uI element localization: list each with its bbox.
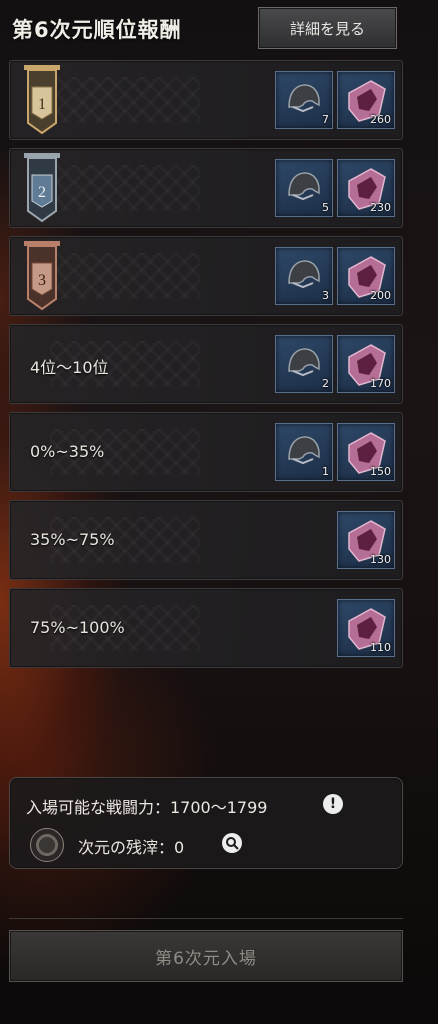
crystal-item-slot[interactable]: 260 bbox=[337, 71, 395, 129]
item-count: 200 bbox=[370, 289, 391, 302]
helmet-item-slot[interactable]: 2 bbox=[275, 335, 333, 393]
helmet-item-slot[interactable]: 5 bbox=[275, 159, 333, 217]
crystal-item-slot[interactable]: 130 bbox=[337, 511, 395, 569]
rank-label: 75%~100% bbox=[30, 618, 125, 637]
details-button[interactable]: 詳細を見る bbox=[258, 7, 397, 49]
helmet-item-slot[interactable]: 7 bbox=[275, 71, 333, 129]
dimension-residue-count: 次元の残滓：0 bbox=[78, 838, 185, 857]
helmet-item-slot[interactable]: 1 bbox=[275, 423, 333, 481]
exclamation-icon[interactable]: ! bbox=[323, 794, 343, 814]
helmet-icon bbox=[288, 348, 320, 377]
item-count: 3 bbox=[322, 289, 329, 302]
crystal-item-slot[interactable]: 170 bbox=[337, 335, 395, 393]
crystal-item-slot[interactable]: 150 bbox=[337, 423, 395, 481]
search-icon[interactable] bbox=[222, 833, 242, 853]
reward-row-0-35: 0%~35% 1 150 bbox=[9, 412, 403, 492]
helmet-item-slot[interactable]: 3 bbox=[275, 247, 333, 305]
item-count: 130 bbox=[370, 553, 391, 566]
item-count: 230 bbox=[370, 201, 391, 214]
reward-row-rank-4-10: 4位～10位 2 170 bbox=[9, 324, 403, 404]
helmet-icon bbox=[288, 172, 320, 201]
rank-1-number: 1 bbox=[38, 96, 46, 113]
item-count: 170 bbox=[370, 377, 391, 390]
rank-label: 0%~35% bbox=[30, 442, 105, 461]
item-count: 5 bbox=[322, 201, 329, 214]
enter-dimension-button[interactable]: 第6次元入場 bbox=[9, 930, 403, 982]
rank-1-gold-banner-icon: 1 bbox=[24, 65, 60, 135]
crystal-item-slot[interactable]: 110 bbox=[337, 599, 395, 657]
reward-row-rank-3: 3 3 200 bbox=[9, 236, 403, 316]
helmet-icon bbox=[288, 84, 320, 113]
page-title: 第6次元順位報酬 bbox=[12, 18, 182, 42]
rank-2-number: 2 bbox=[38, 184, 46, 201]
info-panel: 入場可能な戦闘力：1700～1799 ! 次元の残滓：0 bbox=[9, 777, 403, 869]
helmet-icon bbox=[288, 260, 320, 289]
crystal-item-slot[interactable]: 200 bbox=[337, 247, 395, 305]
rank-2-silver-banner-icon: 2 bbox=[24, 153, 60, 223]
dimension-residue-icon bbox=[30, 828, 64, 862]
divider bbox=[9, 918, 403, 919]
item-count: 7 bbox=[322, 113, 329, 126]
reward-row-75-100: 75%~100% 110 bbox=[9, 588, 403, 668]
rank-label: 35%~75% bbox=[30, 530, 115, 549]
combat-power-requirement: 入場可能な戦闘力：1700～1799 bbox=[26, 798, 268, 817]
item-count: 260 bbox=[370, 113, 391, 126]
header: 第6次元順位報酬 詳細を見る bbox=[0, 0, 438, 58]
helmet-icon bbox=[288, 436, 320, 465]
rank-label: 4位～10位 bbox=[30, 358, 109, 377]
rank-3-number: 3 bbox=[38, 272, 46, 289]
item-count: 1 bbox=[322, 465, 329, 478]
rank-3-bronze-banner-icon: 3 bbox=[24, 241, 60, 311]
item-count: 2 bbox=[322, 377, 329, 390]
reward-row-rank-2: 2 5 230 bbox=[9, 148, 403, 228]
crystal-item-slot[interactable]: 230 bbox=[337, 159, 395, 217]
reward-row-35-75: 35%~75% 130 bbox=[9, 500, 403, 580]
reward-row-rank-1: 1 7 260 bbox=[9, 60, 403, 140]
item-count: 150 bbox=[370, 465, 391, 478]
item-count: 110 bbox=[370, 641, 391, 654]
